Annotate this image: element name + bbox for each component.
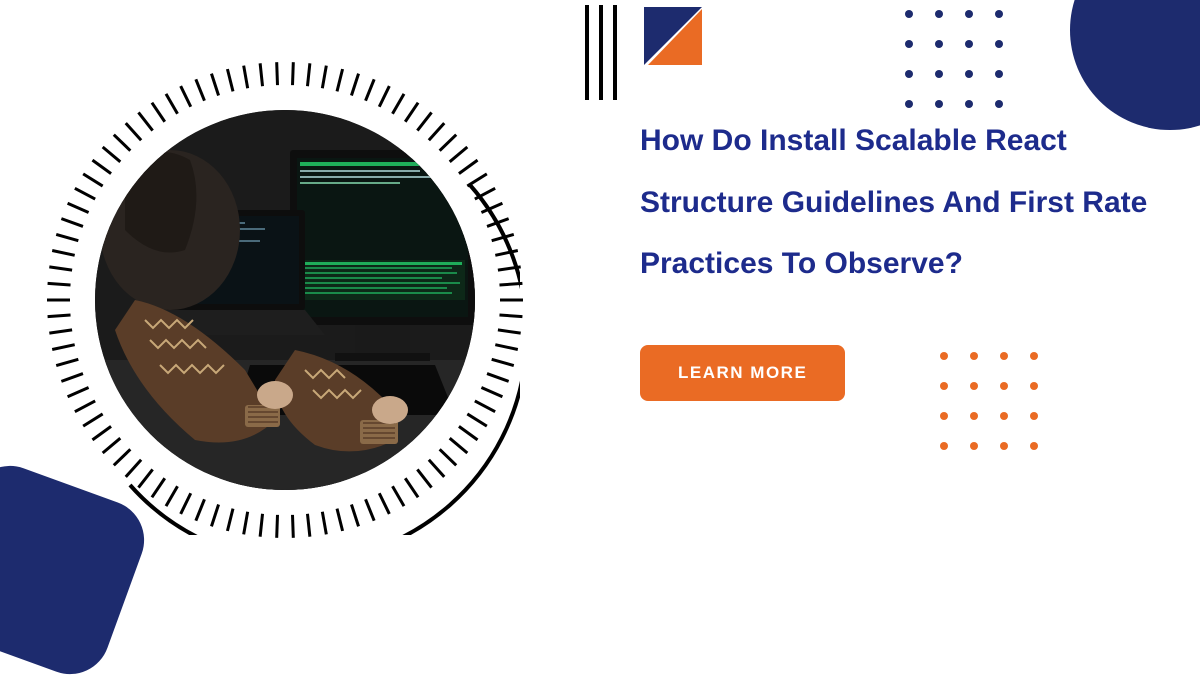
- left-panel: [0, 0, 560, 600]
- logo-icon: [642, 5, 704, 67]
- vertical-bars-decor: [585, 5, 625, 100]
- hero-photo: [95, 110, 475, 490]
- headline: How Do Install Scalable React Structure …: [640, 110, 1160, 295]
- dots-grid-top: [905, 10, 1003, 108]
- learn-more-button[interactable]: LEARN MORE: [640, 345, 845, 401]
- dots-grid-bottom: [940, 352, 1038, 450]
